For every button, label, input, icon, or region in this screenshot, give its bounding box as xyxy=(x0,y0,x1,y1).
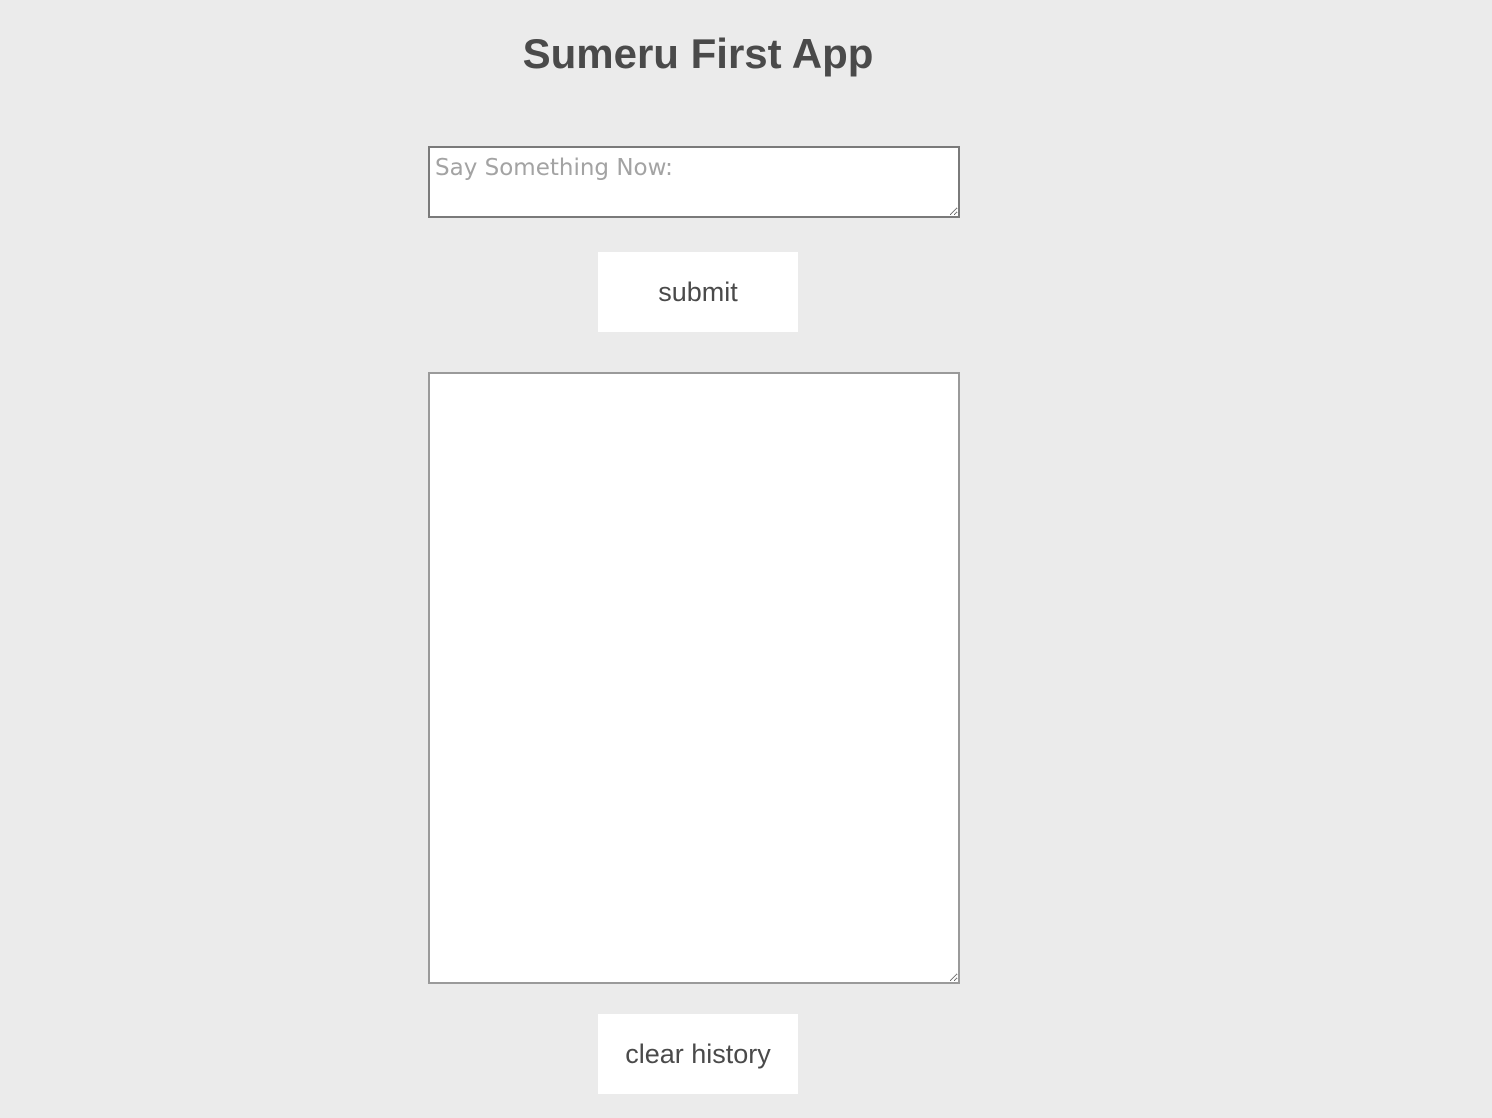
message-input[interactable] xyxy=(428,146,960,218)
history-textarea[interactable] xyxy=(428,372,960,984)
page-title: Sumeru First App xyxy=(522,30,874,77)
submit-button[interactable]: submit xyxy=(598,252,798,332)
clear-history-button[interactable]: clear history xyxy=(598,1014,798,1094)
